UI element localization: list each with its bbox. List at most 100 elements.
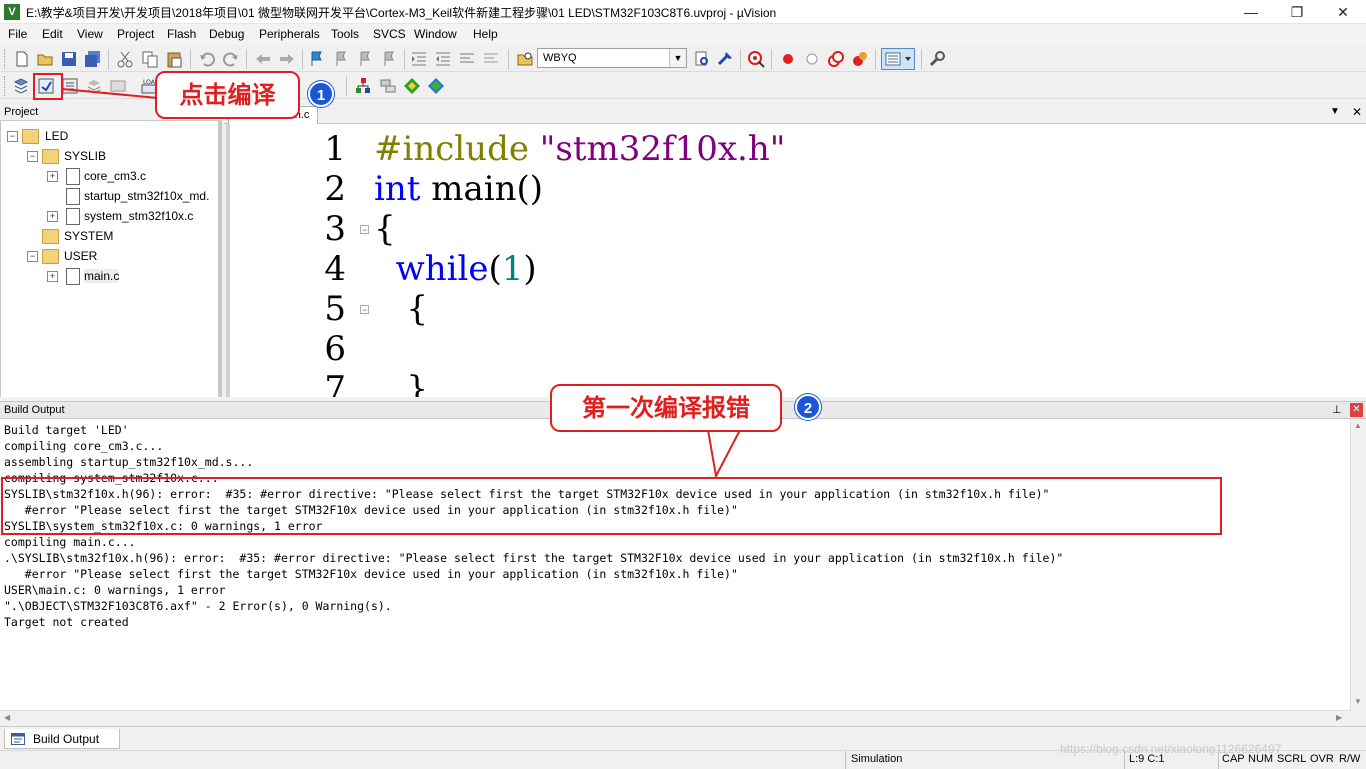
manage-components-icon[interactable] xyxy=(403,77,421,95)
pin-icon[interactable]: ⊥ xyxy=(1332,403,1342,416)
select-packs-icon[interactable] xyxy=(379,77,397,95)
options-for-target-icon[interactable] xyxy=(354,77,372,95)
navigate-forward-icon[interactable] xyxy=(278,50,296,68)
expand-icon[interactable]: + xyxy=(47,211,58,222)
next-bookmark-icon[interactable] xyxy=(356,50,374,68)
build-output-title: Build Output xyxy=(4,404,65,416)
unindent-icon[interactable] xyxy=(434,50,452,68)
navigate-back-icon[interactable] xyxy=(254,50,272,68)
tree-node-main-c[interactable]: + main.c xyxy=(47,267,217,287)
toolbar-grip[interactable] xyxy=(4,49,7,69)
tree-node-label: LED xyxy=(45,129,69,143)
line-number: 4 xyxy=(324,249,346,289)
uncomment-icon[interactable] xyxy=(482,50,500,68)
horizontal-scrollbar[interactable]: ◀ ▶ xyxy=(0,710,1350,726)
pack-installer-icon[interactable] xyxy=(427,77,445,95)
keyword-while: while xyxy=(395,249,489,289)
configure-wrench-icon[interactable] xyxy=(928,50,946,68)
code-line-7: } xyxy=(374,369,429,397)
chevron-down-icon[interactable]: ▼ xyxy=(669,49,686,67)
find-icon[interactable] xyxy=(693,50,711,68)
toolbar-separator xyxy=(875,49,876,69)
tab-label: Build Output xyxy=(33,732,100,746)
open-folder-icon[interactable] xyxy=(36,50,54,68)
find-in-files-icon[interactable] xyxy=(516,50,534,68)
incremental-find-icon[interactable] xyxy=(716,50,734,68)
menu-view[interactable]: View xyxy=(77,27,103,41)
copy-icon[interactable] xyxy=(141,50,159,68)
tree-node-system[interactable]: SYSTEM xyxy=(27,227,217,247)
tree-node-startup[interactable]: startup_stm32f10x_md. xyxy=(47,187,219,207)
disable-breakpoints-icon[interactable] xyxy=(827,50,845,68)
status-divider xyxy=(845,751,846,769)
restore-button[interactable]: ❐ xyxy=(1274,0,1320,24)
tree-node-user[interactable]: − USER xyxy=(27,247,217,267)
save-icon[interactable] xyxy=(60,50,78,68)
vertical-scrollbar[interactable]: ▲ ▼ xyxy=(1350,419,1366,712)
preprocessor-directive: #include xyxy=(374,129,529,169)
toolbar-separator xyxy=(404,49,405,69)
new-file-icon[interactable] xyxy=(13,50,31,68)
indent-icon[interactable] xyxy=(410,50,428,68)
minimize-button[interactable]: — xyxy=(1228,0,1274,24)
clear-bookmarks-icon[interactable] xyxy=(380,50,398,68)
close-pane-icon[interactable]: ✕ xyxy=(1350,403,1363,417)
redo-icon[interactable] xyxy=(222,50,240,68)
insert-breakpoint-icon[interactable] xyxy=(779,50,797,68)
tree-node-label: SYSLIB xyxy=(64,149,107,163)
paste-icon[interactable] xyxy=(165,50,183,68)
expand-icon[interactable]: + xyxy=(47,271,58,282)
menu-edit[interactable]: Edit xyxy=(42,27,63,41)
comment-icon[interactable] xyxy=(458,50,476,68)
scroll-right-icon[interactable]: ▶ xyxy=(1336,713,1342,722)
close-window-button[interactable]: ✕ xyxy=(1320,0,1366,24)
cut-icon[interactable] xyxy=(116,50,134,68)
expand-icon[interactable]: + xyxy=(47,171,58,182)
menu-debug[interactable]: Debug xyxy=(209,27,244,41)
log-line-error: #error "Please select first the target S… xyxy=(4,567,738,581)
scroll-up-icon[interactable]: ▲ xyxy=(1354,421,1362,430)
window-layout-dropdown-icon[interactable] xyxy=(881,48,915,70)
fold-marker-icon[interactable]: − xyxy=(360,225,369,235)
toolbar-grip[interactable] xyxy=(4,76,7,96)
collapse-icon[interactable]: − xyxy=(27,151,38,162)
keyword-int: int xyxy=(374,169,421,209)
collapse-icon[interactable]: − xyxy=(27,251,38,262)
close-tab-icon[interactable]: ✕ xyxy=(1352,105,1362,119)
menu-file[interactable]: File xyxy=(8,27,27,41)
tree-node-syslib[interactable]: − SYSLIB xyxy=(27,147,217,167)
build-output-icon xyxy=(11,733,25,745)
menu-window[interactable]: Window xyxy=(414,27,457,41)
prev-bookmark-icon[interactable] xyxy=(332,50,350,68)
tab-build-output[interactable]: Build Output xyxy=(4,729,120,749)
menu-tools[interactable]: Tools xyxy=(331,27,359,41)
bookmark-icon[interactable] xyxy=(308,50,326,68)
menu-help[interactable]: Help xyxy=(473,27,498,41)
target-select[interactable]: WBYQ ▼ xyxy=(537,48,687,68)
tree-node-core-cm3[interactable]: + core_cm3.c xyxy=(47,167,217,187)
translate-file-icon[interactable] xyxy=(12,77,30,95)
c-file-icon xyxy=(66,208,80,225)
tree-node-label: main.c xyxy=(84,269,120,283)
undo-icon[interactable] xyxy=(198,50,216,68)
scroll-down-icon[interactable]: ▼ xyxy=(1354,697,1362,706)
scroll-left-icon[interactable]: ◀ xyxy=(4,713,10,722)
menu-project[interactable]: Project xyxy=(117,27,154,41)
menu-svcs[interactable]: SVCS xyxy=(373,27,406,41)
save-all-icon[interactable] xyxy=(84,50,102,68)
folder-icon xyxy=(42,149,59,164)
kill-breakpoints-icon[interactable] xyxy=(851,50,869,68)
tree-node-led[interactable]: − LED xyxy=(7,127,217,147)
start-debug-icon[interactable] xyxy=(747,50,765,68)
menu-peripherals[interactable]: Peripherals xyxy=(259,27,320,41)
code-editor[interactable]: 1 2 3 4 5 6 7 − − #include "stm32f10x.h"… xyxy=(226,124,1366,397)
tree-node-system-stm32[interactable]: + system_stm32f10x.c xyxy=(47,207,217,227)
chevron-down-icon[interactable]: ▼ xyxy=(1330,106,1340,117)
build-output-log[interactable]: Build target 'LED' compiling core_cm3.c.… xyxy=(0,419,1366,712)
fold-marker-icon[interactable]: − xyxy=(360,305,369,315)
c-file-icon xyxy=(66,168,80,185)
collapse-icon[interactable]: − xyxy=(7,131,18,142)
enable-breakpoint-icon[interactable] xyxy=(803,50,821,68)
blog-watermark: https://blog.csdn.net/xiaolong1126626497 xyxy=(1060,742,1282,756)
menu-flash[interactable]: Flash xyxy=(167,27,196,41)
